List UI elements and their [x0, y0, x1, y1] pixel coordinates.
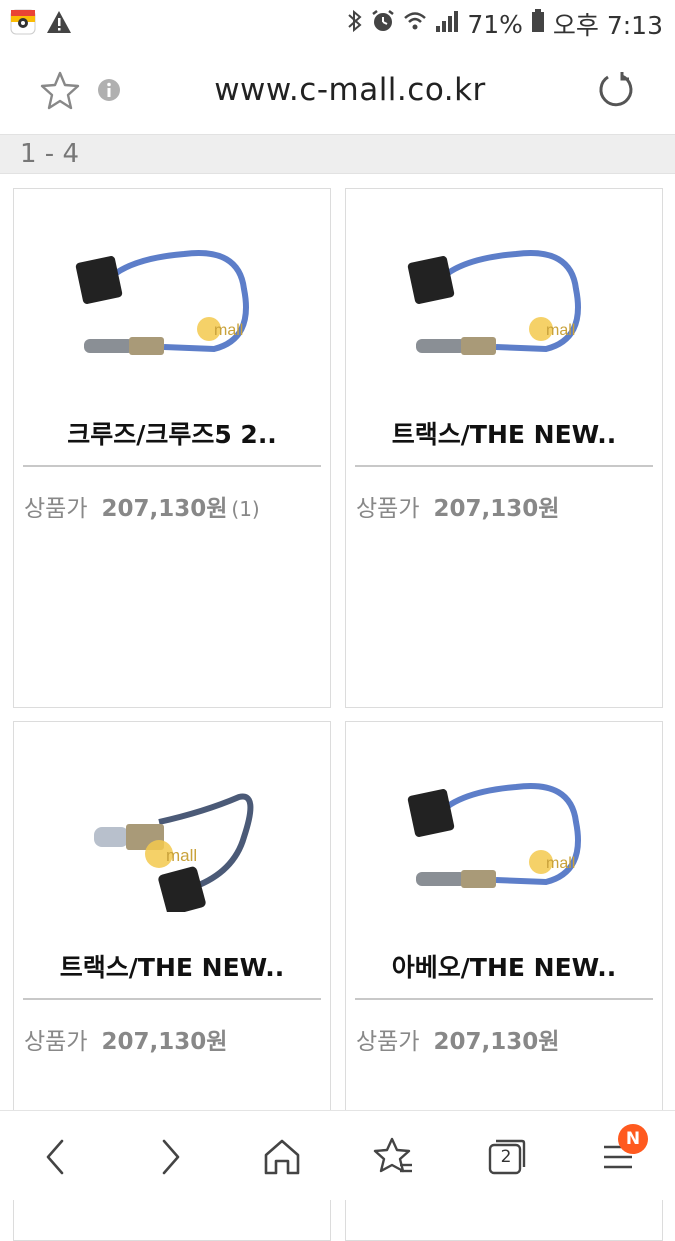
- status-bar: 71% 오후 7:13: [0, 0, 675, 48]
- price-value: 207,130원: [433, 1029, 560, 1055]
- divider: [23, 998, 321, 1000]
- svg-text:mall: mall: [166, 846, 197, 865]
- reload-icon[interactable]: [596, 70, 636, 114]
- price-row: 상품가 207,130원: [356, 489, 559, 523]
- address-bar: www.c-mall.co.kr: [0, 48, 675, 134]
- o2-sensor-image[interactable]: mall: [64, 762, 284, 916]
- price-label: 상품가: [24, 496, 88, 522]
- bluetooth-icon: [347, 9, 363, 39]
- product-grid: mall 크루즈/크루즈5 2.. 상품가 207,130원 (1) mall 트랙…: [13, 188, 663, 1241]
- o2-sensor-image[interactable]: mall: [64, 229, 284, 379]
- home-icon[interactable]: [260, 1135, 304, 1179]
- o2-sensor-image[interactable]: mall: [396, 229, 616, 379]
- price-row: 상품가 207,130원: [24, 1022, 227, 1056]
- divider: [23, 465, 321, 467]
- warning-icon: [46, 10, 72, 38]
- url-text[interactable]: www.c-mall.co.kr: [150, 72, 550, 108]
- forward-icon[interactable]: [148, 1135, 192, 1179]
- clock: 오후 7:13: [552, 11, 663, 40]
- tabs-icon[interactable]: 2: [484, 1135, 528, 1179]
- price-row: 상품가 207,130원: [356, 1022, 559, 1056]
- notification-badge: N: [618, 1124, 648, 1154]
- svg-text:mall: mall: [546, 322, 575, 339]
- price-label: 상품가: [356, 1029, 420, 1055]
- product-name[interactable]: 크루즈/크루즈5 2..: [14, 415, 330, 451]
- review-count: (1): [231, 497, 260, 521]
- product-card[interactable]: mall 크루즈/크루즈5 2.. 상품가 207,130원 (1): [13, 188, 331, 708]
- signal-icon: [435, 10, 459, 38]
- svg-text:mall: mall: [546, 855, 575, 872]
- price-value: 207,130원: [101, 1029, 228, 1055]
- back-icon[interactable]: [34, 1135, 78, 1179]
- divider: [355, 465, 653, 467]
- divider: [355, 998, 653, 1000]
- bookmark-star-icon[interactable]: [40, 70, 80, 114]
- o2-sensor-image[interactable]: mall: [396, 762, 616, 912]
- tab-count: 2: [500, 1147, 512, 1167]
- price-row: 상품가 207,130원 (1): [24, 489, 260, 523]
- price-value: 207,130원: [101, 496, 228, 522]
- product-name[interactable]: 아베오/THE NEW..: [346, 948, 662, 984]
- alarm-icon: [371, 9, 395, 39]
- svg-text:mall: mall: [214, 322, 243, 339]
- product-card[interactable]: mall 트랙스/THE NEW.. 상품가 207,130원: [345, 188, 663, 708]
- maps-app-icon: [10, 9, 36, 39]
- price-label: 상품가: [24, 1029, 88, 1055]
- battery-icon: [531, 9, 545, 39]
- bookmarks-icon[interactable]: [372, 1135, 416, 1179]
- price-value: 207,130원: [433, 496, 560, 522]
- price-label: 상품가: [356, 496, 420, 522]
- info-icon[interactable]: [97, 78, 121, 106]
- wifi-icon: [403, 10, 427, 38]
- product-name[interactable]: 트랙스/THE NEW..: [346, 415, 662, 451]
- battery-percent: 71%: [467, 9, 523, 39]
- product-name[interactable]: 트랙스/THE NEW..: [14, 948, 330, 984]
- result-range: 1 - 4: [0, 134, 675, 174]
- browser-toolbar: 2: [0, 1110, 675, 1200]
